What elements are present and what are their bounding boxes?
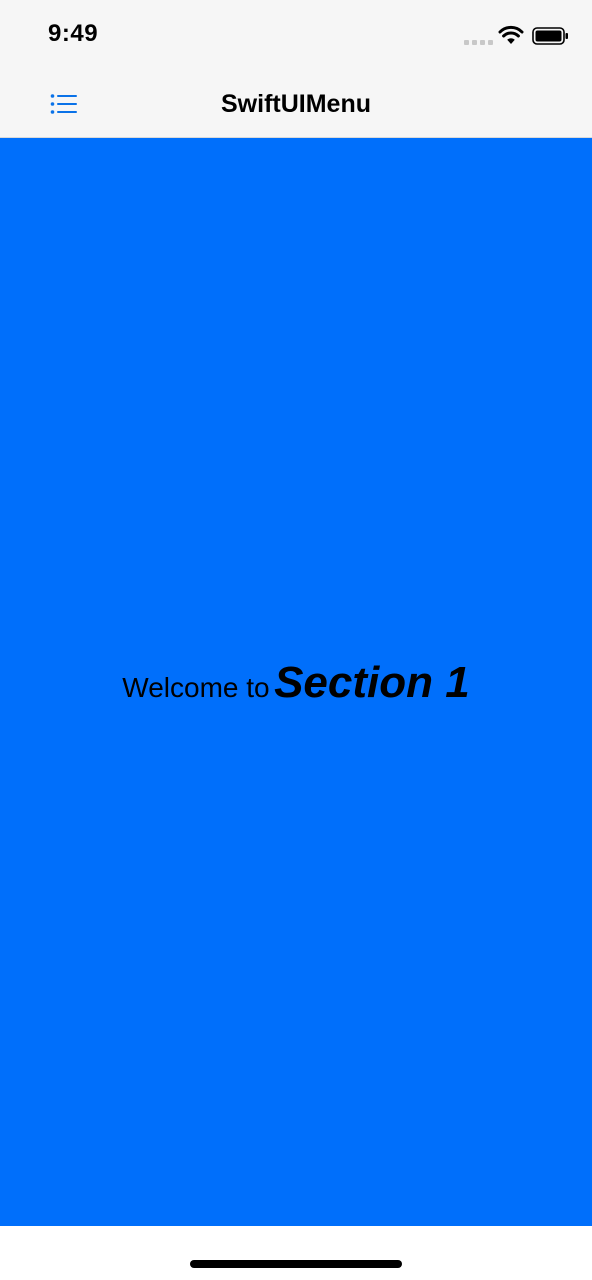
section-name-text: Section 1 (274, 658, 470, 707)
navigation-bar: SwiftUIMenu (0, 72, 592, 138)
page-title: SwiftUIMenu (221, 90, 371, 118)
app-screen: 9:49 SwiftUIMenu Welcome to Section 1 (0, 0, 592, 1280)
battery-icon (532, 27, 568, 45)
section-content: Welcome to Section 1 (0, 138, 592, 1226)
home-indicator[interactable] (190, 1260, 402, 1268)
status-bar: 9:49 (0, 0, 592, 72)
welcome-message: Welcome to Section 1 (0, 658, 592, 708)
status-time: 9:49 (48, 20, 99, 47)
home-indicator-area (0, 1226, 592, 1280)
welcome-prefix-text: Welcome to (122, 672, 270, 703)
cellular-signal-icon (464, 40, 493, 45)
wifi-icon (498, 25, 524, 44)
